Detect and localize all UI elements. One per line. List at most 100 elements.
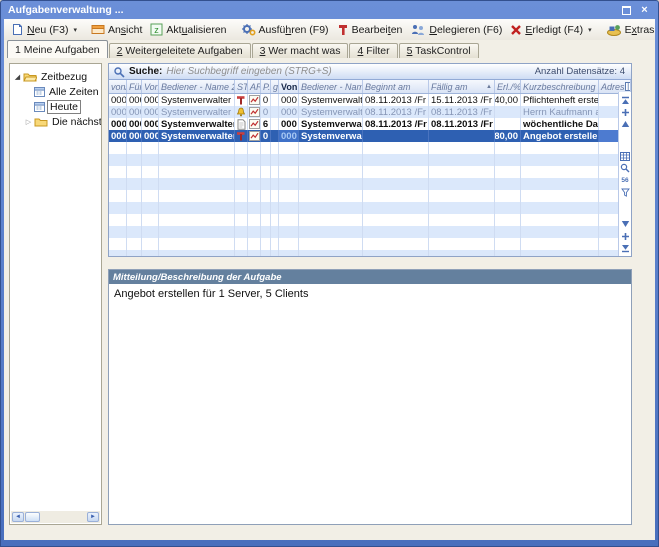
navigator-page-up-button[interactable] xyxy=(621,107,630,117)
svg-text:z: z xyxy=(155,25,160,35)
chart-icon xyxy=(249,131,260,141)
column-header-g[interactable]: g xyxy=(271,80,279,93)
table-cell xyxy=(279,166,299,178)
column-header-label: Von xyxy=(281,82,297,92)
scroll-thumb[interactable] xyxy=(25,512,40,522)
navigator-filter-button[interactable] xyxy=(621,187,630,197)
toolbar-button-neu-f3[interactable]: Neu (F3)▾ xyxy=(7,22,81,37)
table-cell xyxy=(235,238,248,250)
table-cell xyxy=(521,190,599,202)
navigator-last-row-button[interactable] xyxy=(621,243,630,253)
tree-item-die-nächsten[interactable]: ▷Die nächsten xyxy=(10,114,101,129)
column-header-für[interactable]: Für xyxy=(127,80,142,93)
navigator-row-down-button[interactable] xyxy=(621,219,630,229)
table-cell xyxy=(261,202,271,214)
table-cell xyxy=(248,166,261,178)
toolbar-button-delegieren-f6[interactable]: Delegieren (F6) xyxy=(406,22,506,37)
dropdown-arrow-icon[interactable]: ▾ xyxy=(73,26,77,34)
table-cell xyxy=(248,190,261,202)
tab-4-filter[interactable]: 4 Filter xyxy=(349,43,397,58)
toolbar-button-erledigt-f4[interactable]: Erledigt (F4)▾ xyxy=(506,23,595,37)
tree-expanded-icon[interactable]: ◢ xyxy=(12,73,23,81)
tree-item-heute[interactable]: Heute xyxy=(10,99,101,114)
table-empty-row[interactable] xyxy=(109,214,631,226)
tree-item-alle-zeiten[interactable]: Alle Zeiten xyxy=(10,84,101,99)
navigator-grid-view-button[interactable] xyxy=(620,151,630,161)
delegate-icon xyxy=(410,23,426,36)
table-row[interactable]: 000000000Systemverwalter0000Systemverwal… xyxy=(109,130,631,142)
close-button[interactable]: × xyxy=(638,4,651,16)
navigator-records-button[interactable]: 56 xyxy=(621,175,628,185)
table-empty-row[interactable] xyxy=(109,190,631,202)
table-empty-row[interactable] xyxy=(109,202,631,214)
table-empty-row[interactable] xyxy=(109,154,631,166)
navigator-search-button[interactable] xyxy=(620,163,630,173)
table-cell xyxy=(299,178,363,190)
navigator-row-up-button[interactable] xyxy=(621,119,630,129)
table-cell xyxy=(271,118,279,130)
tab-3-wer-macht-was[interactable]: 3 Wer macht was xyxy=(252,43,349,58)
table-cell: 0 xyxy=(261,106,271,118)
toolbar-button-bearbeiten[interactable]: Bearbeiten xyxy=(333,22,407,37)
table-cell: Systemverwalter xyxy=(299,118,363,130)
table-empty-row[interactable] xyxy=(109,166,631,178)
toolbar-button-ausführen-f9[interactable]: Ausführen (F9) xyxy=(237,22,333,37)
tree-item-zeitbezug[interactable]: ◢Zeitbezug xyxy=(10,69,101,84)
column-header-kurzbeschreibung[interactable]: Kurzbeschreibung xyxy=(521,80,599,93)
column-header-beginnt-am[interactable]: Beginnt am xyxy=(363,80,429,93)
table-cell: 0 xyxy=(261,94,271,106)
tree-horizontal-scrollbar[interactable]: ◄ ► xyxy=(11,511,100,523)
dropdown-arrow-icon[interactable]: ▾ xyxy=(588,26,592,34)
table-empty-row[interactable] xyxy=(109,238,631,250)
tab-2-weitergeleitete-aufgaben[interactable]: 2 Weitergeleitete Aufgaben xyxy=(109,43,251,58)
toolbar-button-label: Aktualisieren xyxy=(166,24,226,36)
window-controls: × xyxy=(620,4,651,16)
table-row[interactable]: 000000000Systemverwalter0000Systemverwal… xyxy=(109,94,631,106)
column-header-fällig-am[interactable]: Fällig am▲ xyxy=(429,80,495,93)
column-header-bediener-name-2-z-b-[interactable]: Bediener - Name 2 (z.b. xyxy=(159,80,235,93)
tab-1-meine-aufgaben[interactable]: 1 Meine Aufgaben xyxy=(7,40,108,58)
table-cell xyxy=(142,178,159,190)
view-icon xyxy=(91,23,105,36)
table-cell xyxy=(109,226,127,238)
column-header-ar[interactable]: AR xyxy=(248,80,261,93)
table-row[interactable]: 000000000Systemverwalter0000Systemverwal… xyxy=(109,106,631,118)
scroll-left-button[interactable]: ◄ xyxy=(12,512,24,522)
column-header-von[interactable]: Von xyxy=(279,80,299,93)
table-cell xyxy=(429,154,495,166)
column-header-erl-[interactable]: Erl./% xyxy=(495,80,521,93)
refresh-icon: z xyxy=(150,23,163,36)
table-cell xyxy=(279,178,299,190)
search-placeholder[interactable]: Hier Suchbegriff eingeben (STRG+S) xyxy=(166,66,331,77)
tree-collapsed-icon[interactable]: ▷ xyxy=(23,118,34,126)
navigator-first-row-button[interactable] xyxy=(621,95,630,105)
toolbar-button-ansicht[interactable]: Ansicht xyxy=(87,22,146,37)
table-cell xyxy=(429,226,495,238)
column-header-st[interactable]: ST xyxy=(235,80,248,93)
navigator-page-down-button[interactable] xyxy=(621,231,630,241)
table-cell xyxy=(363,166,429,178)
table-cell xyxy=(109,154,127,166)
table-empty-row[interactable] xyxy=(109,178,631,190)
table-cell xyxy=(109,202,127,214)
column-header-bediener-name[interactable]: Bediener - Name xyxy=(299,80,363,93)
grid-search-bar[interactable]: Suche: Hier Suchbegriff eingeben (STRG+S… xyxy=(109,64,631,80)
table-cell xyxy=(495,178,521,190)
message-panel-body[interactable]: Angebot erstellen für 1 Server, 5 Client… xyxy=(109,284,631,304)
table-row[interactable]: 000000000Systemverwalter6000Systemverwal… xyxy=(109,118,631,130)
column-header-p-[interactable]: P. xyxy=(261,80,271,93)
table-cell: 000 xyxy=(109,118,127,130)
title-bar[interactable]: Aufgabenverwaltung ... × xyxy=(1,1,658,19)
column-header-von-[interactable]: von/ xyxy=(109,80,127,93)
table-cell: 0 xyxy=(261,130,271,142)
column-header-von[interactable]: Von xyxy=(142,80,159,93)
toolbar-button-aktualisieren[interactable]: z Aktualisieren xyxy=(146,22,230,37)
scroll-right-button[interactable]: ► xyxy=(87,512,99,522)
tab-5-taskcontrol[interactable]: 5 TaskControl xyxy=(399,43,479,58)
table-cell xyxy=(299,190,363,202)
toolbar-button-extras[interactable]: Extras xyxy=(602,22,659,37)
table-empty-row[interactable] xyxy=(109,142,631,154)
maximize-button[interactable] xyxy=(620,4,633,16)
table-empty-row[interactable] xyxy=(109,226,631,238)
table-empty-row[interactable] xyxy=(109,250,631,257)
